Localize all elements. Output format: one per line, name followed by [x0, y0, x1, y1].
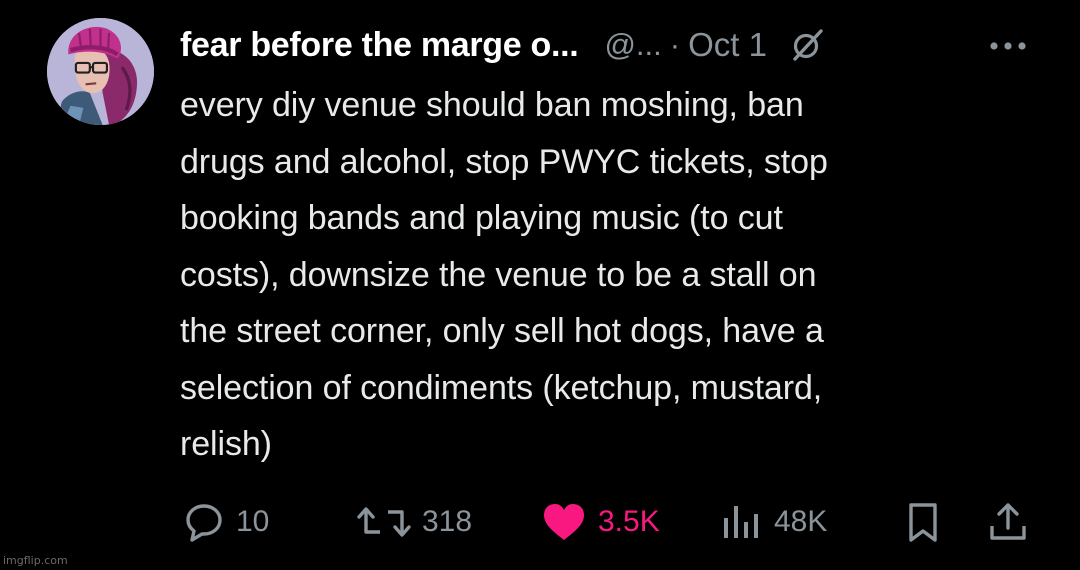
avatar-illustration [47, 18, 154, 125]
display-name[interactable]: fear before the marge o... [180, 26, 579, 65]
tweet-date[interactable]: Oct 1 [688, 26, 767, 64]
reply-count: 10 [236, 505, 270, 538]
like-button[interactable]: 3.5K [540, 496, 660, 548]
more-dots-icon[interactable] [986, 26, 1030, 66]
views-button[interactable]: 48K [720, 496, 827, 548]
share-button[interactable] [986, 496, 1030, 548]
reply-bubble-icon [182, 500, 226, 544]
grok-icon[interactable] [789, 27, 825, 63]
watermark: imgflip.com [3, 554, 68, 567]
handle[interactable]: @... [604, 27, 661, 63]
views-count: 48K [774, 505, 828, 538]
heart-icon [540, 500, 588, 544]
tweet-text: every diy venue should ban moshing, ban … [180, 86, 828, 463]
avatar[interactable] [47, 18, 154, 125]
like-count: 3.5K [598, 505, 660, 538]
bookmark-button[interactable] [903, 496, 943, 548]
bookmark-icon [903, 500, 943, 544]
separator-dot: · [669, 27, 681, 62]
repost-arrows-icon [356, 500, 412, 544]
repost-button[interactable]: 318 [356, 496, 472, 548]
share-icon [986, 500, 1030, 544]
action-bar: 10 318 3.5K 48K [0, 496, 1080, 548]
reply-button[interactable]: 10 [182, 496, 269, 548]
repost-count: 318 [422, 505, 473, 538]
bar-chart-icon [720, 500, 764, 544]
tweet-header: fear before the marge o... @... · Oct 1 [180, 22, 1040, 68]
